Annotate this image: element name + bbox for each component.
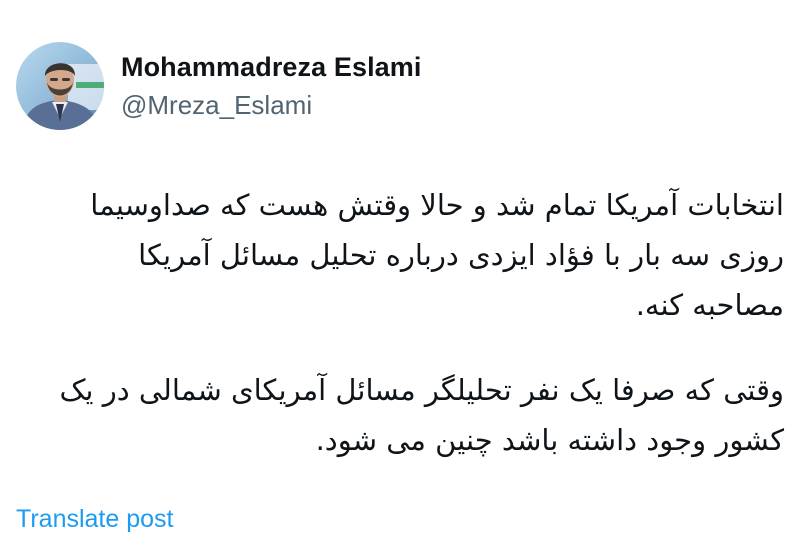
post-text-line: کشور وجود داشته باشد چنین می شود. (315, 423, 784, 457)
post-paragraph-1: انتخابات آمریکا تمام شد و حالا وقتش هست … (14, 180, 784, 330)
author-avatar[interactable] (16, 42, 104, 130)
post-header: Mohammadreza Eslami @Mreza_Eslami (16, 42, 422, 130)
post-text-line: مصاحبه کنه. (635, 288, 784, 322)
post-card: Mohammadreza Eslami @Mreza_Eslami انتخاب… (0, 0, 800, 546)
post-paragraph-2: وقتی که صرفا یک نفر تحلیلگر مسائل آمریکا… (14, 365, 784, 465)
post-text-line: وقتی که صرفا یک نفر تحلیلگر مسائل آمریکا… (59, 373, 784, 407)
author-names[interactable]: Mohammadreza Eslami @Mreza_Eslami (121, 50, 422, 122)
avatar-photo-icon (16, 42, 104, 130)
post-text-line: انتخابات آمریکا تمام شد و حالا وقتش هست … (90, 188, 784, 222)
author-display-name[interactable]: Mohammadreza Eslami (121, 50, 422, 84)
author-handle[interactable]: @Mreza_Eslami (121, 88, 422, 122)
post-text-line: روزی سه بار با فؤاد ایزدی درباره تحلیل م… (138, 238, 784, 272)
translate-post-link[interactable]: Translate post (16, 503, 173, 535)
